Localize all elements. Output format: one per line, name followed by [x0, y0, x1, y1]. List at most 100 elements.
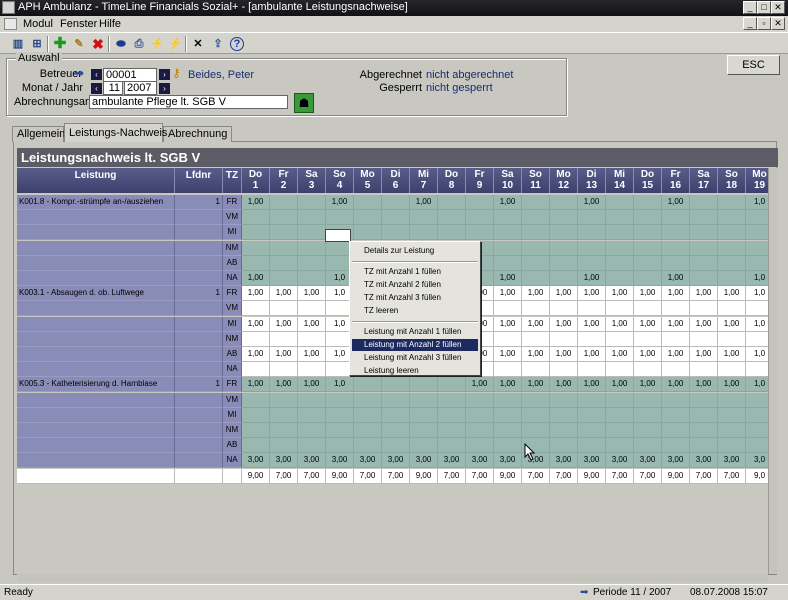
- cell-day-value[interactable]: [298, 362, 326, 378]
- cell-day-value[interactable]: [242, 255, 270, 271]
- cell-day-value[interactable]: [522, 210, 550, 226]
- tab-abrechnung[interactable]: Abrechnung: [163, 126, 232, 142]
- cell-leistung[interactable]: [17, 392, 175, 408]
- cell-day-value[interactable]: [298, 301, 326, 317]
- cell-day-value[interactable]: [298, 331, 326, 347]
- cell-day-value[interactable]: 3,00: [718, 453, 746, 469]
- cell-day-value[interactable]: [550, 362, 578, 378]
- horizontal-scrollbar[interactable]: [17, 574, 768, 582]
- edit-icon[interactable]: ✎: [71, 36, 87, 52]
- cell-day-value[interactable]: [690, 362, 718, 378]
- cell-day-value[interactable]: 7,00: [718, 468, 746, 484]
- cell-leistung[interactable]: [17, 362, 175, 378]
- cell-day-value[interactable]: [270, 255, 298, 271]
- cell-day-value[interactable]: [242, 362, 270, 378]
- cell-day-value[interactable]: 1,00: [242, 316, 270, 332]
- cell-day-value[interactable]: 7,00: [550, 468, 578, 484]
- cell-day-value[interactable]: [746, 240, 768, 256]
- cell-tz[interactable]: MI: [223, 316, 242, 332]
- cell-day-value[interactable]: [550, 407, 578, 423]
- cell-day-value[interactable]: [662, 423, 690, 438]
- col-header-day[interactable]: Fr 9: [466, 168, 494, 193]
- abrechnungsart-field[interactable]: ambulante Pflege lt. SGB V: [89, 95, 288, 109]
- cell-day-value[interactable]: [382, 225, 410, 241]
- cell-day-value[interactable]: 1,00: [270, 316, 298, 332]
- cell-day-value[interactable]: [634, 255, 662, 271]
- col-header-tz[interactable]: TZ: [223, 168, 242, 193]
- cell-day-value[interactable]: 1,00: [522, 286, 550, 302]
- cell-day-value[interactable]: [270, 240, 298, 256]
- cell-tz[interactable]: NM: [223, 331, 242, 347]
- export-icon[interactable]: ⇪: [210, 36, 226, 52]
- cell-day-value[interactable]: [298, 438, 326, 454]
- cell-day-value[interactable]: 3,00: [354, 453, 382, 469]
- col-header-day[interactable]: Do 15: [634, 168, 662, 193]
- minimize-icon[interactable]: _: [743, 1, 757, 14]
- cell-day-value[interactable]: 1,00: [242, 286, 270, 302]
- cell-day-value[interactable]: [438, 423, 466, 438]
- cell-day-value[interactable]: [382, 423, 410, 438]
- cell-day-value[interactable]: [522, 225, 550, 241]
- cell-day-value[interactable]: 1,00: [242, 271, 270, 286]
- cell-day-value[interactable]: 9,00: [242, 468, 270, 484]
- cell-day-value[interactable]: [746, 362, 768, 378]
- cell-lfdnr[interactable]: [175, 316, 223, 332]
- cell-day-value[interactable]: [690, 271, 718, 286]
- cell-day-value[interactable]: [662, 362, 690, 378]
- mdi-close-icon[interactable]: ✕: [771, 17, 785, 30]
- jahr-field[interactable]: 2007: [124, 81, 157, 95]
- cell-day-value[interactable]: [718, 331, 746, 347]
- cell-lfdnr[interactable]: [175, 225, 223, 241]
- cell-tz[interactable]: VM: [223, 301, 242, 317]
- cell-day-value[interactable]: [718, 438, 746, 454]
- cell-day-value[interactable]: [690, 331, 718, 347]
- database-icon[interactable]: ⬬: [113, 36, 129, 52]
- cell-day-value[interactable]: 1,00: [662, 286, 690, 302]
- cell-day-value[interactable]: [522, 407, 550, 423]
- cell-day-value[interactable]: [606, 362, 634, 378]
- cell-day-value[interactable]: 1,0: [746, 286, 768, 302]
- cell-lfdnr[interactable]: [175, 407, 223, 423]
- cell-day-value[interactable]: [578, 255, 606, 271]
- cell-day-value[interactable]: [298, 225, 326, 241]
- col-header-day[interactable]: Sa 3: [298, 168, 326, 193]
- maximize-icon[interactable]: □: [757, 1, 771, 14]
- cell-day-value[interactable]: [326, 438, 354, 454]
- cell-leistung[interactable]: [17, 438, 175, 454]
- cell-day-value[interactable]: 7,00: [382, 468, 410, 484]
- cell-day-value[interactable]: [550, 210, 578, 226]
- cell-day-value[interactable]: [466, 225, 494, 241]
- cell-day-value[interactable]: 1,00: [690, 377, 718, 393]
- cell-day-value[interactable]: 9,00: [410, 468, 438, 484]
- cell-day-value[interactable]: 1,00: [662, 316, 690, 332]
- prev-month-button[interactable]: ‹: [91, 83, 102, 94]
- cell-day-value[interactable]: 3,00: [410, 453, 438, 469]
- cell-leistung[interactable]: [17, 331, 175, 347]
- context-menu-item[interactable]: TZ mit Anzahl 3 füllen: [352, 292, 478, 304]
- cell-day-value[interactable]: [270, 195, 298, 210]
- cell-day-value[interactable]: 1,00: [410, 195, 438, 210]
- cell-day-value[interactable]: [522, 301, 550, 317]
- cell-day-value[interactable]: [662, 225, 690, 241]
- cell-day-value[interactable]: [606, 240, 634, 256]
- cell-lfdnr[interactable]: 1: [175, 195, 223, 210]
- cell-day-value[interactable]: [634, 438, 662, 454]
- cell-day-value[interactable]: [242, 331, 270, 347]
- cell-day-value[interactable]: 1,00: [494, 347, 522, 362]
- cell-lfdnr[interactable]: [175, 423, 223, 438]
- cell-day-value[interactable]: [662, 392, 690, 408]
- cell-day-value[interactable]: 3,00: [606, 453, 634, 469]
- cell-day-value[interactable]: [718, 301, 746, 317]
- cell-leistung[interactable]: [17, 271, 175, 286]
- cell-leistung[interactable]: [17, 316, 175, 332]
- cell-tz[interactable]: NM: [223, 240, 242, 256]
- cell-day-value[interactable]: 1,00: [298, 347, 326, 362]
- cell-day-value[interactable]: 7,00: [522, 468, 550, 484]
- cell-day-value[interactable]: 1,00: [270, 286, 298, 302]
- cell-day-value[interactable]: 1,00: [270, 377, 298, 393]
- cell-day-value[interactable]: [606, 301, 634, 317]
- context-menu-item[interactable]: Leistung mit Anzahl 2 füllen: [352, 339, 478, 351]
- cell-day-value[interactable]: [466, 423, 494, 438]
- cell-day-value[interactable]: [690, 255, 718, 271]
- cell-day-value[interactable]: [746, 392, 768, 408]
